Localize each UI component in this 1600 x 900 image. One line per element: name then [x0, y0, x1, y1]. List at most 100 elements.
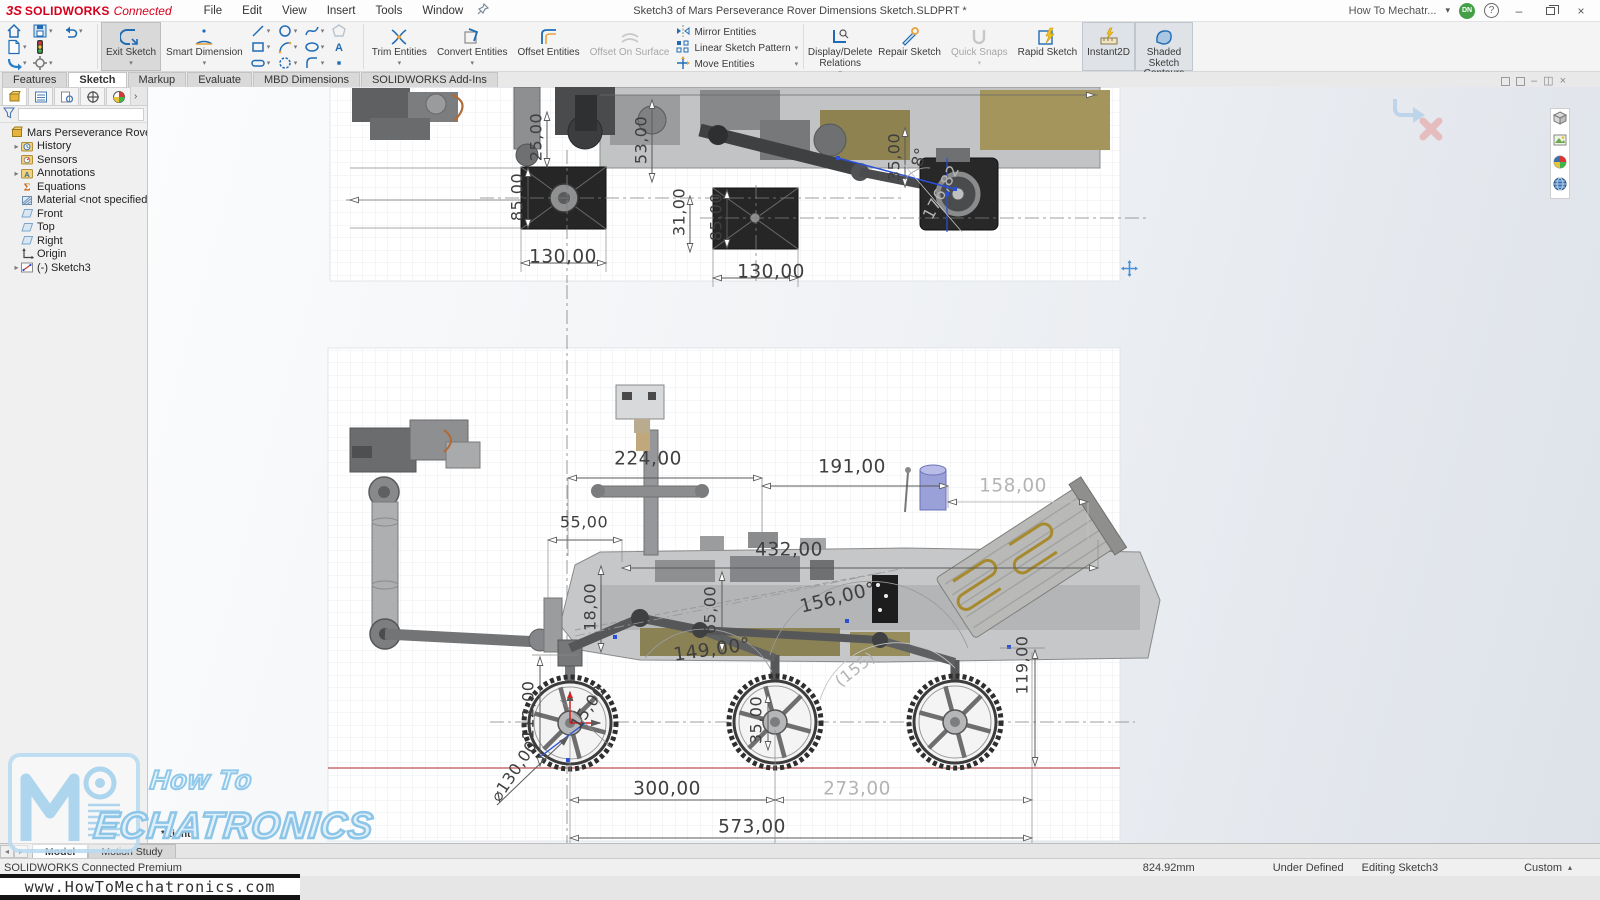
dimension-label[interactable]: 18,00 [581, 583, 600, 631]
dimension-label[interactable]: 85,00 [707, 193, 726, 241]
qa-new-document-icon[interactable]: ▾ [6, 39, 32, 55]
dimension-label[interactable]: 191,00 [818, 457, 886, 478]
dimension-label[interactable]: 65,00 [701, 586, 720, 634]
arc-tool-icon[interactable]: ▾ [277, 39, 304, 55]
spline-tool-icon[interactable]: ▾ [304, 23, 331, 39]
dimension-label[interactable]: 432,00 [755, 540, 823, 561]
pin-menu-icon[interactable] [477, 2, 489, 20]
status-config-caret-icon[interactable]: ▴ [1568, 863, 1572, 872]
tree-item-origin[interactable]: Origin [0, 248, 147, 262]
tree-item-mars-perseverance-rover-dimensions-sk[interactable]: Mars Perseverance Rover Dimensions Sk [0, 126, 147, 140]
qa-flip-arrow-icon[interactable]: ▾ [6, 55, 32, 71]
dropdown-caret-icon[interactable]: ▾ [79, 27, 83, 35]
dropdown-caret-icon[interactable]: ▾ [795, 44, 799, 52]
dimension-label[interactable]: 8° [907, 145, 930, 168]
dropdown-caret-icon[interactable]: ▾ [321, 43, 325, 51]
menu-insert[interactable]: Insert [317, 2, 366, 20]
polygon-tool-icon[interactable] [331, 23, 358, 39]
slot-tool-icon[interactable]: ▾ [250, 55, 277, 71]
account-label[interactable]: How To Mechatr... [1349, 5, 1437, 17]
dimension-label[interactable]: 158,00 [979, 476, 1047, 497]
line-tool-icon[interactable]: ▾ [250, 23, 277, 39]
shaded-sketch-contours-button[interactable]: Shaded Sketch Contours [1135, 22, 1193, 71]
dimension-label[interactable]: 85,00 [508, 173, 527, 221]
globe-icon[interactable] [1553, 177, 1567, 196]
tab-evaluate[interactable]: Evaluate [187, 72, 252, 87]
tree-item-equations[interactable]: ΣEquations [0, 180, 147, 194]
dimension-label[interactable]: 55,00 [560, 513, 608, 532]
expander-icon[interactable]: ▸ [12, 169, 21, 178]
doc-minimize-icon[interactable]: – [1531, 76, 1537, 87]
expander-icon[interactable]: ▸ [12, 263, 21, 272]
tree-item-sketch3[interactable]: ▸(-) Sketch3 [0, 261, 147, 275]
tree-item-annotations[interactable]: ▸AAnnotations [0, 167, 147, 181]
filter-funnel-icon[interactable] [3, 107, 15, 122]
dimension-label[interactable]: 130,00 [529, 247, 597, 268]
dropdown-caret-icon[interactable]: ▾ [321, 59, 325, 67]
dropdown-caret-icon[interactable]: ▾ [294, 59, 298, 67]
feature-manager-tab[interactable] [2, 87, 27, 105]
dimension-label[interactable]: 35,00 [747, 696, 766, 744]
dimension-label[interactable]: 224,00 [614, 449, 682, 470]
doc-close-icon[interactable]: × [1560, 76, 1566, 87]
dimension-label[interactable]: 273,00 [823, 779, 891, 800]
ellipse-tool-icon[interactable]: ▾ [304, 39, 331, 55]
dropdown-caret-icon[interactable]: ▾ [23, 43, 27, 51]
perimeter-circle-tool-icon[interactable]: ▾ [277, 55, 304, 71]
display-delete-relations-button[interactable]: Display/Delete Relations ▾ [807, 22, 873, 71]
dropdown-caret-icon[interactable]: ▾ [267, 59, 271, 67]
dimension-label[interactable]: 573,00 [718, 817, 786, 838]
close-button[interactable]: × [1570, 3, 1592, 19]
dimension-label[interactable]: 176,82 [919, 161, 963, 222]
tree-item-history[interactable]: ▸History [0, 140, 147, 154]
tab-features[interactable]: Features [2, 72, 67, 87]
linear-sketch-pattern-button[interactable]: Linear Sketch Pattern ▾ [676, 40, 798, 56]
menu-view[interactable]: View [272, 2, 317, 20]
menu-edit[interactable]: Edit [232, 2, 272, 20]
account-caret-icon[interactable]: ▾ [1445, 6, 1450, 16]
tree-item-top[interactable]: Top [0, 221, 147, 235]
dimxpert-manager-tab[interactable] [80, 87, 105, 105]
dropdown-caret-icon[interactable]: ▾ [795, 60, 799, 68]
tree-item-sensors[interactable]: Sensors [0, 153, 147, 167]
help-button[interactable]: ? [1484, 3, 1499, 18]
dimension-label[interactable]: ⌀130,00 [487, 737, 541, 805]
dimension-label[interactable]: 156,00° [798, 578, 878, 617]
dropdown-caret-icon[interactable]: ▾ [23, 59, 27, 67]
circle-tool-icon[interactable]: ▾ [277, 23, 304, 39]
tab-sketch[interactable]: Sketch [68, 72, 126, 87]
dimension-label[interactable]: 15,00 [567, 682, 610, 733]
dimension-label[interactable]: 25,00 [527, 113, 546, 161]
trim-entities-button[interactable]: Trim Entities ▾ [367, 22, 432, 71]
dimension-label[interactable]: 35,00 [885, 133, 904, 181]
mirror-entities-button[interactable]: Mirror Entities [676, 24, 798, 40]
dropdown-caret-icon[interactable]: ▾ [267, 27, 271, 35]
avatar[interactable]: DN [1459, 3, 1475, 19]
picture-icon[interactable] [1553, 133, 1567, 152]
restore-button[interactable] [1539, 3, 1561, 19]
smart-dimension-button[interactable]: Smart Dimension ▾ [161, 22, 248, 71]
rectangle-tool-icon[interactable]: ▾ [250, 39, 277, 55]
text-tool-icon[interactable]: A [331, 39, 358, 55]
point-tool-icon[interactable] [331, 55, 358, 71]
minimize-button[interactable]: – [1508, 3, 1530, 19]
exit-sketch-button[interactable]: Exit Sketch ▾ [101, 22, 161, 71]
dropdown-caret-icon[interactable]: ▾ [49, 27, 53, 35]
doc-icon[interactable] [1516, 77, 1525, 86]
dropdown-caret-icon[interactable]: ▾ [203, 60, 207, 67]
convert-entities-button[interactable]: Convert Entities ▾ [432, 22, 513, 71]
qa-options-gear-icon[interactable]: ▾ [32, 55, 62, 71]
qa-undo-icon[interactable]: ▾ [62, 23, 92, 39]
dropdown-caret-icon[interactable]: ▾ [129, 60, 133, 67]
dropdown-caret-icon[interactable]: ▾ [267, 43, 271, 51]
dimension-label[interactable]: 112,00 [519, 681, 538, 740]
doc-icon[interactable] [1501, 77, 1510, 86]
tree-filter-input[interactable] [18, 108, 144, 121]
rapid-sketch-button[interactable]: Rapid Sketch [1013, 22, 1082, 71]
menu-window[interactable]: Window [412, 2, 473, 20]
dimension-label[interactable]: 53,00 [632, 116, 651, 164]
fillet-tool-icon[interactable]: ▾ [304, 55, 331, 71]
dimension-label[interactable]: 149,00° [672, 634, 752, 666]
expander-icon[interactable]: ▸ [12, 142, 21, 151]
dropdown-caret-icon[interactable]: ▾ [49, 59, 53, 67]
